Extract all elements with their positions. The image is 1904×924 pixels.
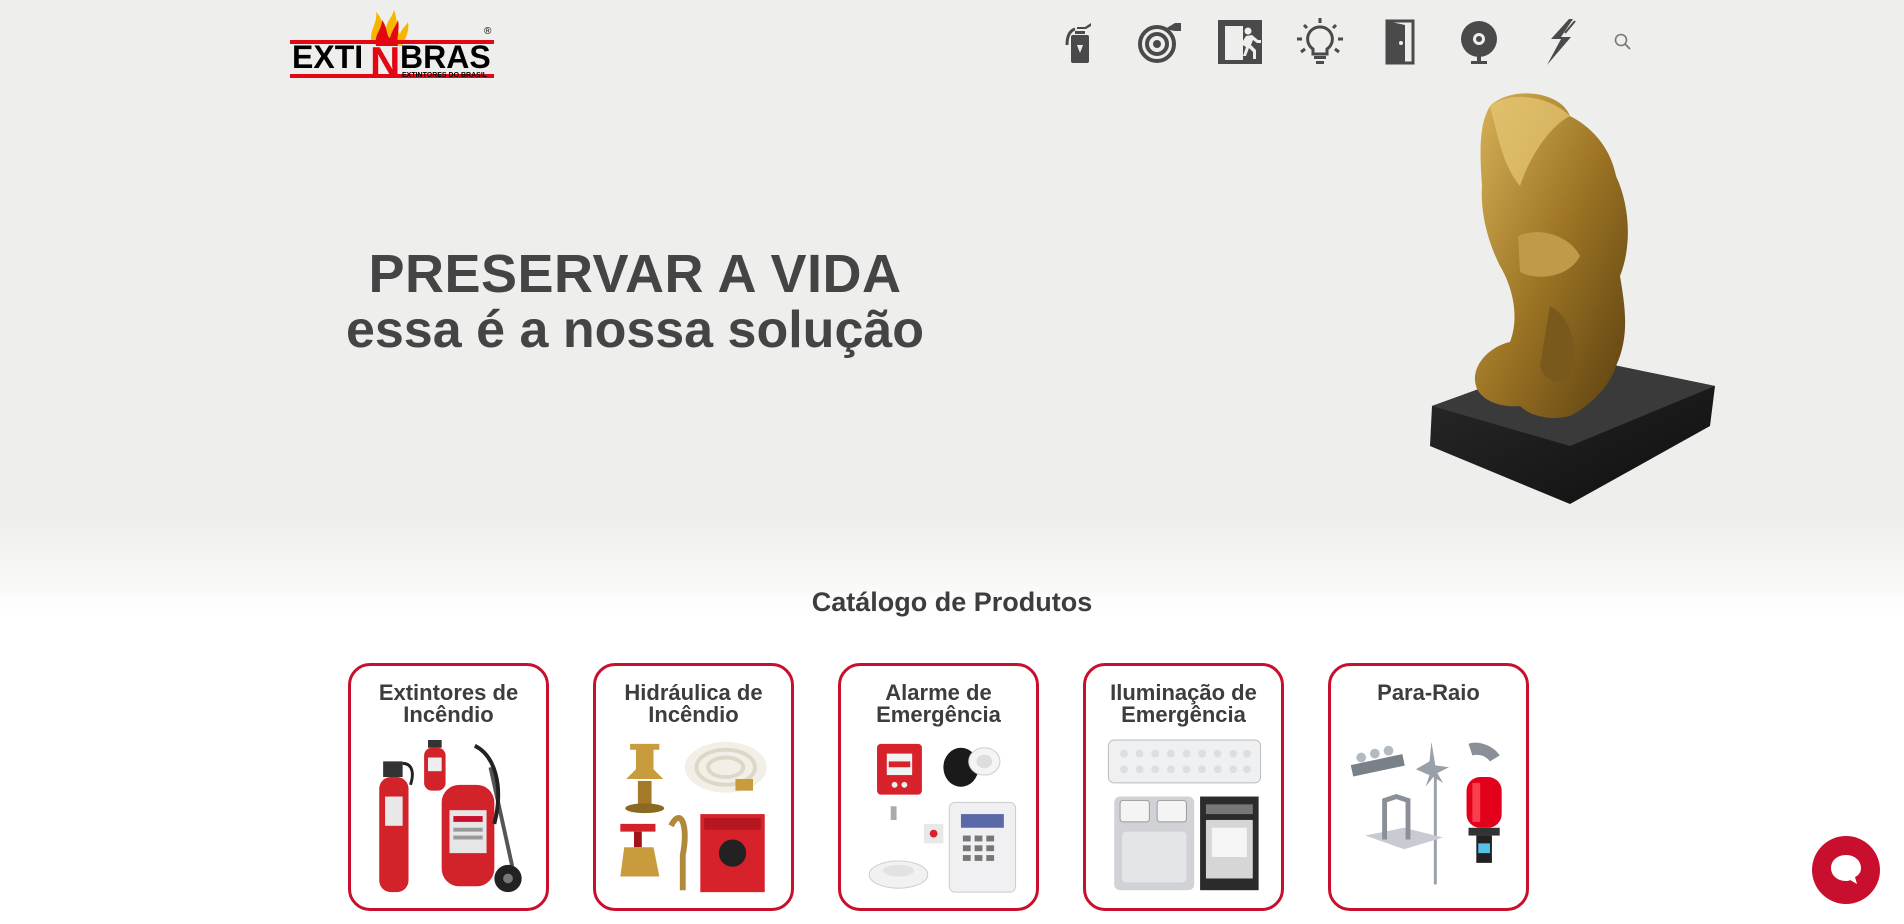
light-bulb-icon — [1297, 18, 1343, 64]
nav-emergency-exit[interactable] — [1200, 14, 1280, 70]
card-extintores[interactable]: Extintores de Incêndio — [348, 663, 549, 911]
card-title: Iluminação de Emergência — [1110, 680, 1257, 727]
card-title: Hidráulica de Incêndio — [624, 680, 763, 727]
firefighter-statue-image — [1420, 86, 1720, 506]
card-hidraulica[interactable]: Hidráulica de Incêndio — [593, 663, 794, 911]
emergency-exit-icon — [1218, 20, 1262, 64]
door-icon — [1385, 19, 1415, 65]
card-para-raio[interactable]: Para-Raio — [1328, 663, 1529, 911]
hero-line-1: PRESERVAR A VIDA — [368, 244, 902, 304]
chat-widget-button[interactable] — [1812, 836, 1880, 904]
logo-text-left: EXTI — [292, 39, 363, 75]
logo-text-mid: N — [370, 38, 400, 82]
alarm-bell-icon — [1461, 21, 1497, 64]
lightning-icon — [1547, 19, 1576, 65]
brand-logo[interactable]: EXTI N BRAS EXTINTORES DO BRASIL ® — [290, 4, 494, 85]
nav-fire-door[interactable] — [1360, 14, 1440, 70]
logo-graphic: EXTI N BRAS EXTINTORES DO BRASIL ® — [290, 10, 494, 85]
lightning-rod-image — [1343, 738, 1514, 898]
nav-fire-hose[interactable] — [1120, 14, 1200, 70]
card-title: Alarme de Emergência — [876, 680, 1001, 727]
search-icon — [1614, 33, 1631, 50]
card-iluminacao[interactable]: Iluminação de Emergência — [1083, 663, 1284, 911]
hydraulics-image — [608, 738, 779, 898]
nav-lightning-rod[interactable] — [1520, 14, 1600, 70]
card-title: Para-Raio — [1377, 680, 1480, 705]
logo-tagline: EXTINTORES DO BRASIL — [402, 72, 488, 79]
hero-heading: PRESERVAR A VIDA essa é a nossa solução — [290, 246, 980, 358]
fire-extinguisher-icon — [1065, 23, 1091, 63]
card-title: Extintores de Incêndio — [378, 680, 519, 727]
alarm-devices-image — [853, 738, 1024, 898]
logo-registered: ® — [484, 26, 492, 37]
catalog-title: Catálogo de Produtos — [811, 587, 1093, 617]
chat-bubble-icon — [1831, 855, 1861, 884]
fire-hose-icon — [1138, 23, 1181, 63]
hero-line-2: essa é a nossa solução — [345, 301, 925, 359]
extinguishers-image — [363, 738, 534, 898]
search-button[interactable] — [1600, 14, 1646, 70]
emergency-lighting-image — [1098, 738, 1269, 898]
logo-text-right: BRAS — [400, 39, 491, 75]
nav-fire-extinguisher[interactable] — [1040, 14, 1120, 70]
main-nav — [1040, 14, 1646, 70]
catalog-cards: Extintores de Incêndio Hidráulica de Inc… — [348, 663, 1529, 911]
nav-emergency-lighting[interactable] — [1280, 14, 1360, 70]
card-alarme[interactable]: Alarme de Emergência — [838, 663, 1039, 911]
nav-alarm[interactable] — [1440, 14, 1520, 70]
